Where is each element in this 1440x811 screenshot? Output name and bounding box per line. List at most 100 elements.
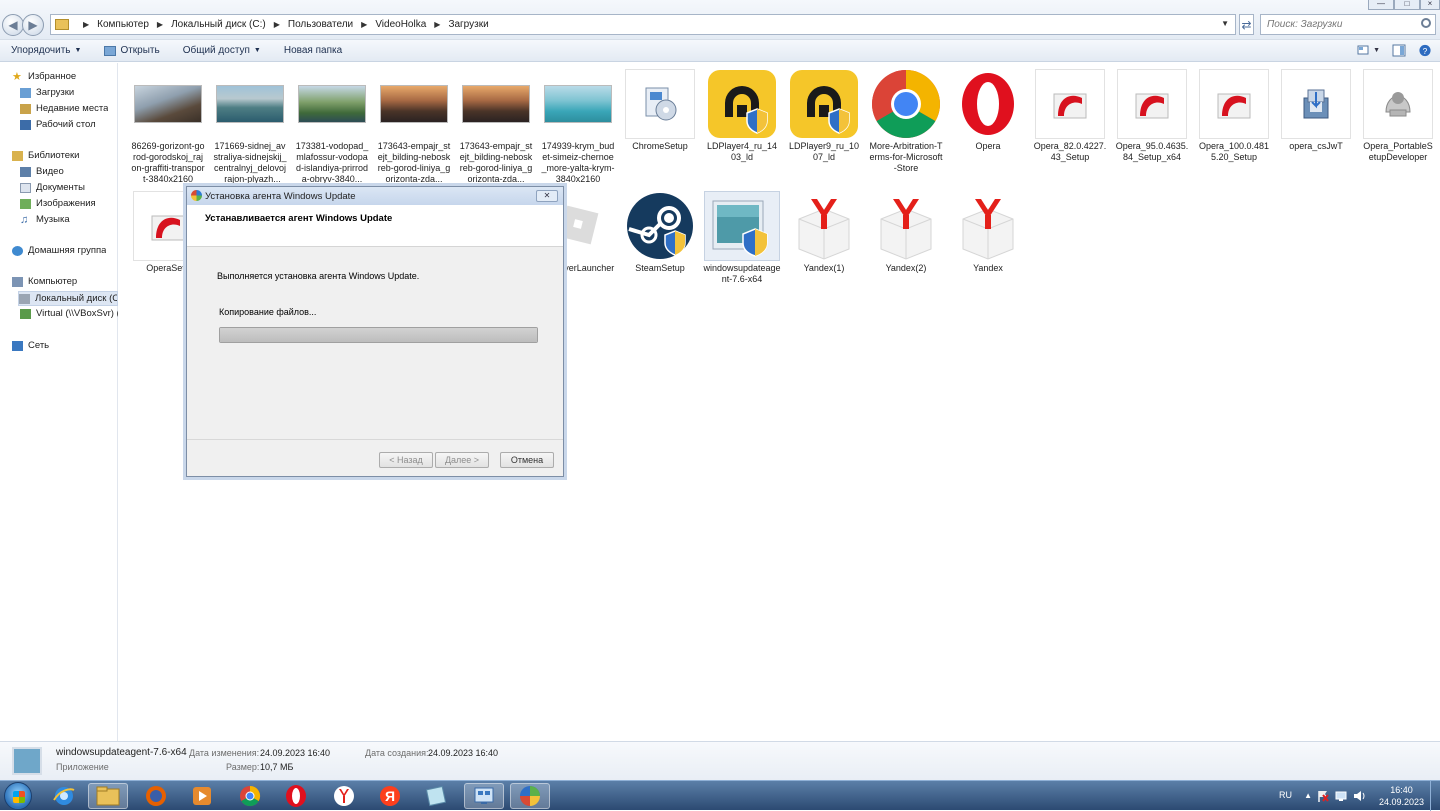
dialog-close-button[interactable]: ✕ bbox=[536, 190, 558, 202]
notepad-icon bbox=[425, 785, 447, 807]
address-bar[interactable]: ▶ Компьютер ▶ Локальный диск (C:) ▶ Пользо… bbox=[50, 14, 1236, 35]
forward-button[interactable]: ▶ bbox=[22, 14, 44, 36]
file-item[interactable]: Opera_82.0.4227.43_Setup bbox=[1033, 69, 1107, 187]
breadcrumb-item[interactable]: Локальный диск (C:) ▶ bbox=[171, 19, 288, 30]
help-icon[interactable]: ? bbox=[1418, 44, 1432, 57]
portable-setup-icon bbox=[1363, 69, 1433, 139]
arrow-right-icon: ▶ bbox=[28, 18, 38, 32]
show-desktop-button[interactable] bbox=[1430, 781, 1440, 811]
nav-recent[interactable]: Недавние места bbox=[20, 103, 108, 114]
volume-icon[interactable] bbox=[1352, 789, 1366, 803]
taskbar-notepad[interactable] bbox=[416, 783, 456, 809]
taskbar-network-app[interactable] bbox=[464, 783, 504, 809]
cancel-button[interactable]: Отмена bbox=[500, 452, 554, 468]
file-item[interactable]: Yandex bbox=[951, 191, 1025, 309]
taskbar-firefox[interactable] bbox=[136, 783, 176, 809]
nav-homegroup[interactable]: Домашняя группа bbox=[12, 245, 106, 256]
file-item[interactable]: Yandex(1) bbox=[787, 191, 861, 309]
images-icon bbox=[20, 198, 31, 209]
chevron-down-icon[interactable]: ▼ bbox=[1373, 47, 1380, 54]
file-item[interactable]: Opera_PortableSetupDeveloper bbox=[1361, 69, 1435, 187]
file-item[interactable]: 171669-sidnej_avstraliya-sidnejskij_cent… bbox=[213, 69, 287, 187]
nav-desktop[interactable]: Рабочий стол bbox=[20, 119, 96, 130]
language-indicator[interactable]: RU bbox=[1279, 790, 1292, 800]
clock[interactable]: 16:40 24.09.2023 bbox=[1379, 784, 1424, 808]
nav-documents[interactable]: Документы bbox=[20, 182, 85, 193]
open-button[interactable]: Открыть bbox=[104, 45, 160, 56]
opera-setup-icon bbox=[1199, 69, 1269, 139]
setup-installer-icon bbox=[625, 69, 695, 139]
refresh-button[interactable]: ⇄ bbox=[1239, 14, 1254, 35]
organize-button[interactable]: Упорядочить ▼ bbox=[11, 45, 81, 56]
preview-pane-icon[interactable] bbox=[1392, 44, 1406, 57]
taskbar-windows-update[interactable] bbox=[510, 783, 550, 809]
firefox-icon bbox=[146, 786, 166, 806]
file-item[interactable]: SteamSetup bbox=[623, 191, 697, 309]
search-box[interactable] bbox=[1260, 14, 1436, 35]
file-item[interactable]: Opera_100.0.4815.20_Setup bbox=[1197, 69, 1271, 187]
close-window-button[interactable]: × bbox=[1420, 0, 1440, 10]
next-button[interactable]: Далее > bbox=[435, 452, 489, 468]
network-status-icon[interactable] bbox=[1334, 789, 1348, 803]
dialog-heading: Устанавливается агент Windows Update bbox=[187, 205, 563, 247]
file-item[interactable]: 173381-vodopad_mlafossur-vodopad-islandi… bbox=[295, 69, 369, 187]
minimize-button[interactable]: — bbox=[1368, 0, 1394, 10]
file-item[interactable]: More-Arbitration-Terms-for-Microsoft-Sto… bbox=[869, 69, 943, 187]
modified-value: 24.09.2023 16:40 bbox=[260, 748, 331, 758]
command-bar: Упорядочить ▼ Открыть Общий доступ ▼ Новая… bbox=[0, 40, 1440, 62]
action-center-flag-icon[interactable] bbox=[1316, 789, 1330, 803]
show-hidden-icons-button[interactable]: ▲ bbox=[1304, 791, 1312, 800]
back-button[interactable]: ◀ bbox=[2, 14, 24, 36]
address-row: ◀ ▶ ▶ Компьютер ▶ Локальный диск (C:) ▶ По… bbox=[0, 0, 1440, 40]
taskbar-chrome[interactable] bbox=[230, 783, 270, 809]
star-icon: ★ bbox=[12, 71, 22, 82]
file-item-selected[interactable]: windowsupdateagent-7.6-x64 bbox=[703, 191, 781, 309]
file-item[interactable]: Opera bbox=[951, 69, 1025, 187]
navigation-pane: ★ Избранное Загрузки Недавние места Рабоч… bbox=[0, 63, 118, 741]
search-input[interactable] bbox=[1267, 19, 1417, 30]
back-button[interactable]: < Назад bbox=[379, 452, 433, 468]
taskbar-explorer[interactable] bbox=[88, 783, 128, 809]
file-item[interactable]: 173643-empajr_stejt_bilding-neboskreb-go… bbox=[377, 69, 451, 187]
nav-virtual-share[interactable]: Virtual (\\VBoxSvr) ( bbox=[20, 308, 118, 319]
nav-downloads[interactable]: Загрузки bbox=[20, 87, 74, 98]
taskbar-yandex-browser[interactable] bbox=[324, 783, 364, 809]
file-item[interactable]: LDPlayer4_ru_1403_ld bbox=[705, 69, 779, 187]
breadcrumb-item[interactable]: Компьютер ▶ bbox=[97, 19, 171, 30]
nav-favorites[interactable]: ★ Избранное bbox=[12, 71, 76, 82]
file-item[interactable]: LDPlayer9_ru_1007_ld bbox=[787, 69, 861, 187]
file-item[interactable]: 174939-krym_budet-simeiz-chernoe_more-ya… bbox=[541, 69, 615, 187]
opera-setup-icon bbox=[1117, 69, 1187, 139]
nav-computer[interactable]: Компьютер bbox=[12, 276, 77, 287]
start-button[interactable] bbox=[4, 782, 32, 810]
breadcrumb-item[interactable]: Пользователи ▶ bbox=[288, 19, 375, 30]
file-item[interactable]: Opera_95.0.4635.84_Setup_x64 bbox=[1115, 69, 1189, 187]
nav-images[interactable]: Изображения bbox=[20, 198, 96, 209]
new-folder-button[interactable]: Новая папка bbox=[284, 45, 342, 56]
taskbar-media-player[interactable] bbox=[182, 783, 222, 809]
breadcrumb-item[interactable]: VideoHolka ▶ bbox=[375, 19, 448, 30]
file-item[interactable]: 173643-empajr_stejt_bilding-neboskreb-go… bbox=[459, 69, 533, 187]
breadcrumb-item[interactable]: Загрузки bbox=[448, 19, 488, 30]
taskbar-yandex[interactable]: Я bbox=[370, 783, 410, 809]
file-item[interactable]: ChromeSetup bbox=[623, 69, 697, 187]
nav-network[interactable]: Сеть bbox=[12, 340, 49, 351]
view-options-icon[interactable] bbox=[1357, 44, 1371, 57]
file-item[interactable]: Yandex(2) bbox=[869, 191, 943, 309]
share-button[interactable]: Общий доступ ▼ bbox=[183, 45, 261, 56]
file-item[interactable]: 86269-gorizont-gorod-gorodskoj_rajon-gra… bbox=[131, 69, 205, 187]
taskbar-ie[interactable] bbox=[44, 783, 84, 809]
dialog-title-bar[interactable]: Установка агента Windows Update ✕ bbox=[187, 187, 563, 205]
chevron-down-icon[interactable]: ▼ bbox=[1221, 19, 1229, 28]
maximize-button[interactable]: □ bbox=[1394, 0, 1420, 10]
file-item[interactable]: opera_csJwT bbox=[1279, 69, 1353, 187]
created-value: 24.09.2023 16:40 bbox=[428, 748, 499, 758]
windows-update-icon bbox=[520, 786, 540, 806]
taskbar-opera[interactable] bbox=[276, 783, 316, 809]
windows-update-icon bbox=[191, 190, 202, 201]
nav-music[interactable]: ♫ Музыка bbox=[20, 214, 70, 225]
nav-video[interactable]: Видео bbox=[20, 166, 64, 177]
nav-libraries[interactable]: Библиотеки bbox=[12, 150, 79, 161]
nav-local-disk[interactable]: Локальный диск (С bbox=[18, 291, 118, 306]
photo-waterfall-icon bbox=[297, 69, 367, 139]
